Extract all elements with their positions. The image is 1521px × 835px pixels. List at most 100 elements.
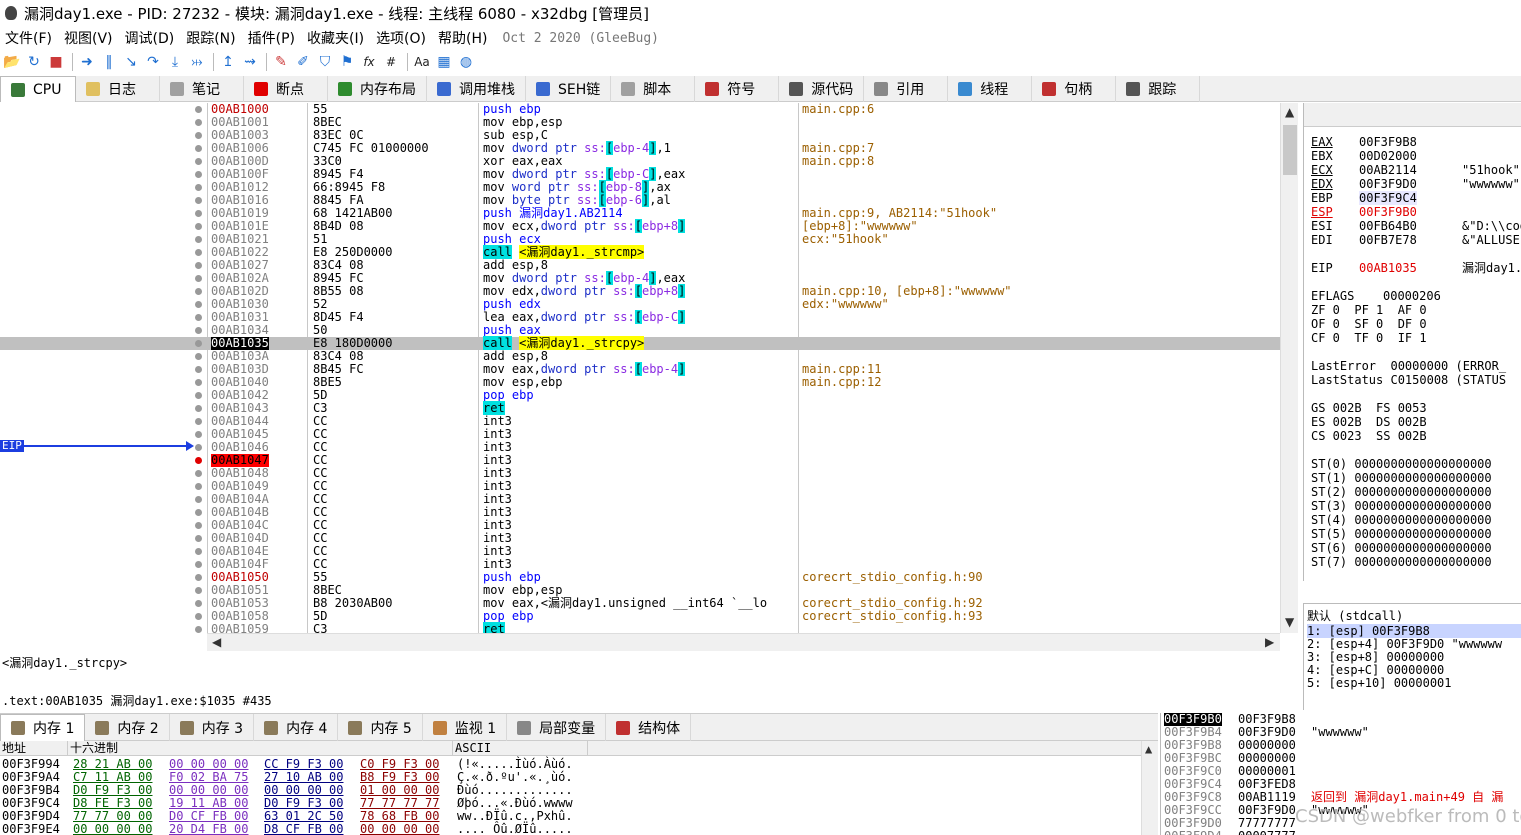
tab-cpu[interactable]: CPU	[0, 76, 76, 102]
breakpoint-dot-icon[interactable]	[195, 496, 202, 503]
tab-notes[interactable]: 笔记	[160, 76, 244, 102]
call-argument-row[interactable]: 5: [esp+10] 00000001	[1307, 676, 1452, 690]
register-name[interactable]: EBX	[1311, 149, 1333, 163]
disassembly-horizontal-scrollbar[interactable]: ◀ ▶	[207, 633, 1280, 651]
label-icon[interactable]: ⛉	[315, 52, 335, 72]
dump-tab-2[interactable]: 内存 2	[85, 714, 170, 741]
menu-trace[interactable]: 跟踪(N)	[181, 28, 242, 48]
breakpoint-dot-icon[interactable]	[195, 236, 202, 243]
dump-hex-group[interactable]: D8 CF FB 00	[264, 823, 343, 835]
menu-help[interactable]: 帮助(H)	[433, 28, 494, 48]
restart-icon[interactable]: ↻	[24, 52, 44, 72]
scroll-down-icon[interactable]: ▼	[1285, 615, 1294, 629]
stack-value[interactable]: 00007777	[1238, 830, 1296, 835]
disasm-row[interactable]: 00AB1059 C3 ret	[0, 622, 1280, 634]
menu-favourites[interactable]: 收藏夹(I)	[302, 28, 371, 48]
breakpoint-dot-icon[interactable]	[195, 197, 202, 204]
fpu-register-row[interactable]: ST(1) 0000000000000000000	[1311, 471, 1492, 485]
breakpoint-dot-icon[interactable]	[195, 301, 202, 308]
disasm-row[interactable]: 00AB1040 8BE5 mov esp,ebp main.cpp:12	[0, 376, 1280, 389]
breakpoint-dot-icon[interactable]	[195, 444, 202, 451]
stop-icon[interactable]: ■	[46, 52, 66, 72]
dump-header-address[interactable]: 地址	[0, 741, 68, 756]
dump-tab-4[interactable]: 内存 4	[254, 714, 339, 741]
breakpoint-dot-icon[interactable]	[195, 392, 202, 399]
call-argument-row[interactable]: 4: [esp+C] 00000000	[1307, 663, 1444, 677]
menu-debug[interactable]: 调试(D)	[120, 28, 182, 48]
breakpoint-dot-icon[interactable]	[195, 288, 202, 295]
disasm-address[interactable]: 00AB1059	[211, 623, 269, 634]
tab-call-stack[interactable]: 调用堆栈	[427, 76, 526, 102]
breakpoint-dot-icon[interactable]	[195, 561, 202, 568]
breakpoint-dot-icon[interactable]	[195, 613, 202, 620]
scroll-up-icon[interactable]: ▲	[1285, 105, 1294, 119]
pause-icon[interactable]: ‖	[99, 52, 119, 72]
memory-dump[interactable]: 地址 十六进制 ASCII ▲ 00F3F994 28 21 AB 00 00 00…	[0, 741, 1158, 835]
tab-seh[interactable]: SEH链	[526, 76, 612, 102]
dump-tab-7[interactable]: 局部变量	[507, 714, 607, 741]
register-name[interactable]: EIP	[1311, 261, 1333, 275]
dump-header-hex[interactable]: 十六进制	[68, 741, 453, 756]
breakpoint-dot-icon[interactable]	[195, 457, 202, 464]
flags-row[interactable]: OF 0 SF 0 DF 0	[1311, 317, 1427, 331]
calling-convention-selector[interactable]: 默认 (stdcall)	[1307, 607, 1403, 624]
fpu-register-row[interactable]: ST(7) 0000000000000000000	[1311, 555, 1492, 569]
dump-tab-6[interactable]: 监视 1	[423, 714, 508, 741]
tab-memory-map[interactable]: 内存布局	[328, 76, 427, 102]
disasm-row[interactable]: 00AB1053 B8 2030AB00 mov eax,<漏洞day1.unsig…	[0, 597, 1280, 610]
disasm-row[interactable]: 00AB104F CC int3	[0, 558, 1280, 571]
register-value[interactable]: 00FB64B0	[1359, 219, 1417, 233]
segment-row[interactable]: GS 002B FS 0053	[1311, 401, 1427, 415]
register-value[interactable]: 00FB7E78	[1359, 233, 1417, 247]
step-into-icon[interactable]: ↘	[121, 52, 141, 72]
dump-hex-group[interactable]: 00 00 00 00	[360, 823, 439, 835]
register-name[interactable]: ECX	[1311, 163, 1333, 177]
breakpoint-dot-icon[interactable]	[195, 340, 202, 347]
disasm-row[interactable]: 00AB1048 CC int3	[0, 467, 1280, 480]
disasm-row[interactable]: 00AB1016 8845 FA mov byte ptr ss:[ebp-6],a…	[0, 193, 1280, 207]
breakpoint-dot-icon[interactable]	[195, 548, 202, 555]
fpu-register-row[interactable]: ST(2) 0000000000000000000	[1311, 485, 1492, 499]
font-icon[interactable]: Aa	[412, 52, 432, 72]
call-argument-row[interactable]: 1: [esp] 00F3F9B8	[1307, 624, 1521, 638]
register-value[interactable]: 00F3F9D0	[1359, 177, 1417, 191]
dump-ascii[interactable]: .... Ôû.ØÏû.....	[457, 823, 573, 835]
breakpoint-dot-icon[interactable]	[195, 574, 202, 581]
tab-symbols[interactable]: 符号	[695, 76, 780, 102]
dump-row[interactable]: 00F3F9E4 00 00 00 00 20 D4 FB 00 D8 CF FB 0…	[0, 823, 1140, 835]
register-value[interactable]: 00F3F9C4	[1359, 191, 1417, 205]
patch-icon[interactable]: ✎	[271, 52, 291, 72]
disasm-row[interactable]: 00AB103D 8B45 FC mov eax,dword ptr ss:[ebp…	[0, 362, 1280, 376]
execute-till-return-icon[interactable]: ↥	[218, 52, 238, 72]
dump-tab-8[interactable]: 结构体	[606, 714, 692, 741]
scroll-left-icon[interactable]: ◀	[212, 635, 221, 649]
fpu-register-row[interactable]: ST(6) 0000000000000000000	[1311, 541, 1492, 555]
stack-address[interactable]: 00F3F9D4	[1164, 830, 1222, 835]
calculator-icon[interactable]: ▦	[434, 52, 454, 72]
breakpoint-dot-icon[interactable]	[195, 171, 202, 178]
tab-breakpoint[interactable]: 断点	[244, 76, 328, 102]
breakpoint-dot-icon[interactable]	[195, 275, 202, 282]
open-icon[interactable]: 📂	[2, 52, 22, 72]
breakpoint-dot-icon[interactable]	[195, 145, 202, 152]
disasm-row[interactable]: 00AB1042 5D pop ebp	[0, 389, 1280, 402]
breakpoint-dot-icon[interactable]	[195, 379, 202, 386]
register-name[interactable]: ESP	[1311, 205, 1333, 219]
register-value[interactable]: 00F3F9B8	[1359, 135, 1417, 149]
hash-icon[interactable]: #	[381, 52, 401, 72]
disasm-row[interactable]: 00AB1031 8D45 F4 lea eax,dword ptr ss:[ebp…	[0, 310, 1280, 324]
breakpoint-dot-icon[interactable]	[195, 132, 202, 139]
disasm-row[interactable]: 00AB1001 8BEC mov ebp,esp	[0, 116, 1280, 129]
run-to-user-code-icon[interactable]: ⇝	[240, 52, 260, 72]
scrollbar-thumb[interactable]	[1283, 125, 1297, 175]
breakpoint-dot-icon[interactable]	[195, 366, 202, 373]
breakpoint-dot-icon[interactable]	[195, 405, 202, 412]
tab-log[interactable]: 日志	[76, 76, 160, 102]
tab-script[interactable]: 脚本	[611, 76, 696, 102]
breakpoint-dot-icon[interactable]	[195, 314, 202, 321]
breakpoint-dot-icon[interactable]	[195, 249, 202, 256]
breakpoint-dot-icon[interactable]	[195, 431, 202, 438]
disasm-row[interactable]: 00AB1045 CC int3	[0, 428, 1280, 441]
tab-trace[interactable]: 跟踪	[1116, 76, 1201, 102]
breakpoint-dot-icon[interactable]	[195, 210, 202, 217]
